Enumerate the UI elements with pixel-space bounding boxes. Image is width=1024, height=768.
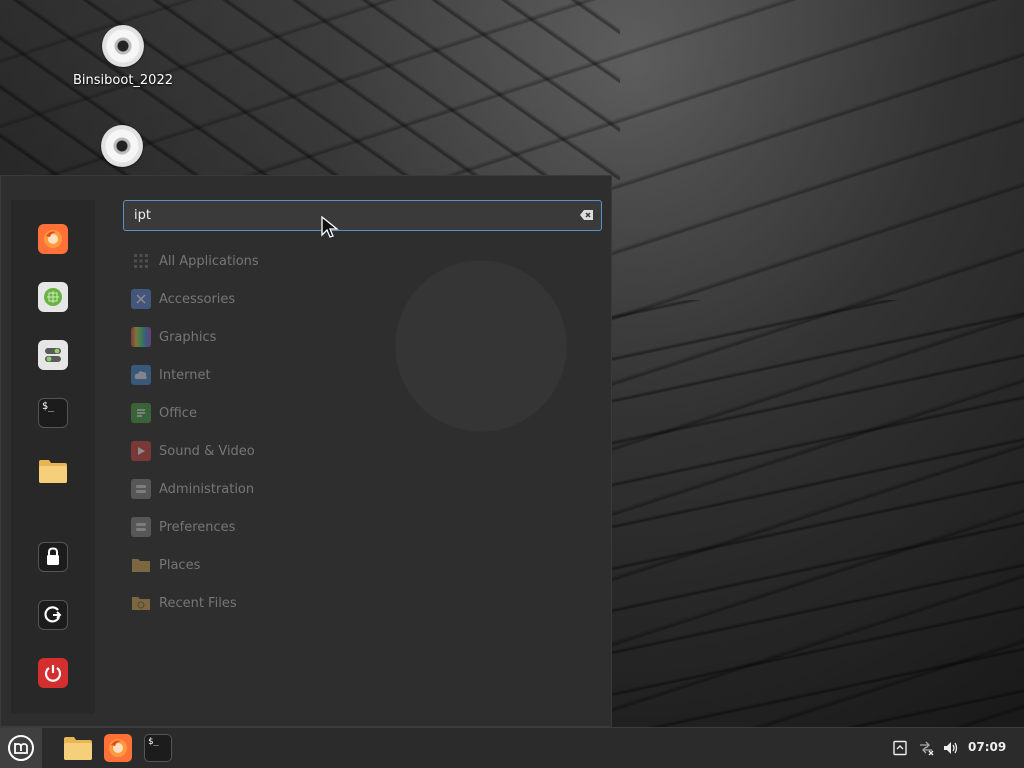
search-input[interactable] (124, 201, 564, 230)
category-sound-video[interactable]: Sound & Video (131, 432, 591, 470)
power-icon (44, 665, 62, 682)
software-manager-icon (44, 288, 62, 306)
category-internet[interactable]: Internet (131, 356, 591, 394)
settings-toggle-icon (45, 348, 61, 362)
network-disconnected-icon[interactable] (918, 740, 934, 756)
favorite-lock-screen[interactable] (38, 542, 68, 572)
grid-icon (131, 251, 151, 271)
office-icon (131, 403, 151, 423)
category-label: Administration (159, 481, 255, 497)
favorite-logout[interactable] (38, 600, 68, 630)
favorite-software-manager[interactable] (38, 282, 68, 312)
mouse-pointer-icon (321, 216, 339, 238)
firefox-icon (44, 230, 62, 248)
logout-icon (44, 606, 62, 623)
category-all-applications[interactable]: All Applications (131, 242, 591, 280)
menu-button[interactable] (0, 728, 42, 768)
folder-icon (64, 737, 92, 760)
desktop-icon-label: Binsiboot_2022 (73, 73, 173, 88)
desktop-icon-disc[interactable] (67, 125, 177, 167)
category-places[interactable]: Places (131, 546, 591, 584)
category-label: Recent Files (159, 595, 237, 611)
lock-icon (47, 547, 59, 565)
mint-logo-icon (8, 735, 34, 761)
favorites-sidebar: $_ (11, 200, 95, 714)
search-field[interactable] (123, 200, 602, 231)
launcher-files[interactable] (63, 734, 93, 762)
category-accessories[interactable]: Accessories (131, 280, 591, 318)
accessories-icon (131, 289, 151, 309)
terminal-icon: $_ (148, 737, 159, 747)
category-label: Places (159, 557, 201, 573)
launcher-firefox[interactable] (104, 734, 132, 762)
favorite-firefox[interactable] (38, 224, 68, 254)
category-label: Graphics (159, 329, 217, 345)
optical-disc-icon (101, 125, 143, 167)
desktop-icon-binsiboot[interactable]: Binsiboot_2022 (68, 25, 178, 88)
media-play-icon (131, 441, 151, 461)
internet-cloud-icon (131, 365, 151, 385)
category-office[interactable]: Office (131, 394, 591, 432)
application-menu: $_ ipt All Applications Accessories Grap… (0, 175, 612, 727)
launcher-terminal[interactable]: $_ (144, 734, 172, 762)
category-label: Preferences (159, 519, 236, 535)
optical-disc-icon (102, 25, 144, 67)
favorite-files[interactable] (38, 456, 68, 486)
category-list: All Applications Accessories Graphics In… (131, 242, 591, 622)
terminal-icon: $_ (42, 401, 55, 412)
category-administration[interactable]: Administration (131, 470, 591, 508)
clipboard-icon[interactable] (892, 740, 908, 756)
folder-icon (39, 460, 67, 483)
preferences-icon (131, 517, 151, 537)
wallpaper-pattern (600, 300, 1024, 730)
category-recent-files[interactable]: Recent Files (131, 584, 591, 622)
taskbar-panel: $_ 07:09 (0, 727, 1024, 768)
category-preferences[interactable]: Preferences (131, 508, 591, 546)
graphics-icon (131, 327, 151, 347)
category-label: Office (159, 405, 197, 421)
clear-search-icon[interactable] (580, 209, 594, 221)
firefox-icon (109, 739, 127, 757)
administration-icon (131, 479, 151, 499)
places-folder-icon (131, 555, 151, 575)
category-label: Accessories (159, 291, 236, 307)
favorite-terminal[interactable]: $_ (38, 398, 68, 428)
panel-clock[interactable]: 07:09 (968, 740, 1006, 754)
category-label: Internet (159, 367, 211, 383)
category-label: All Applications (159, 253, 259, 269)
favorite-quit[interactable] (38, 658, 68, 688)
category-graphics[interactable]: Graphics (131, 318, 591, 356)
volume-icon[interactable] (943, 740, 959, 756)
favorite-system-settings[interactable] (38, 340, 68, 370)
category-label: Sound & Video (159, 443, 255, 459)
recent-files-icon (131, 593, 151, 613)
